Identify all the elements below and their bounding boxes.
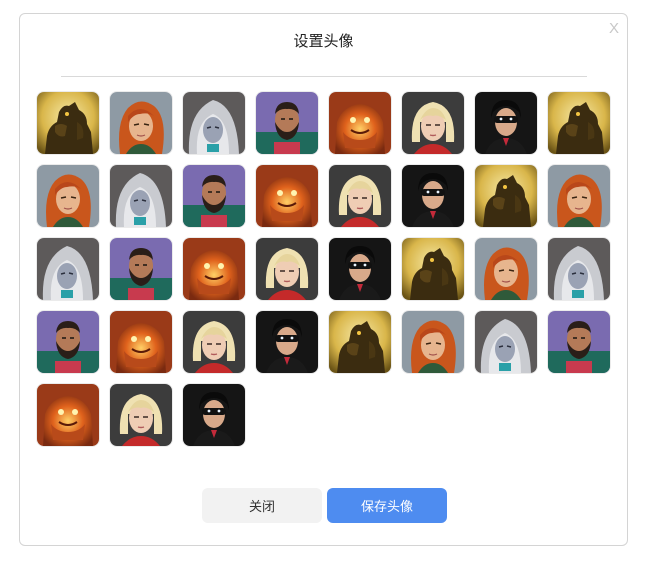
avatar-option-redhair[interactable] [548, 165, 610, 227]
avatar-option-ghost[interactable] [183, 92, 245, 154]
ghost-avatar-image [548, 238, 610, 300]
avatar-option-masked[interactable] [256, 311, 318, 373]
avatar-dialog: X 设置头像 关闭 保存头像 [19, 13, 628, 546]
masked-avatar-image [475, 92, 537, 154]
blonde-avatar-image [110, 384, 172, 446]
bearded-avatar-image [256, 92, 318, 154]
masked-avatar-image [329, 238, 391, 300]
lava-avatar-image [37, 384, 99, 446]
avatar-option-bearded[interactable] [183, 165, 245, 227]
golem-avatar-image [475, 165, 537, 227]
masked-avatar-image [256, 311, 318, 373]
avatar-option-masked[interactable] [183, 384, 245, 446]
masked-avatar-image [402, 165, 464, 227]
blonde-avatar-image [329, 165, 391, 227]
avatar-option-bearded[interactable] [548, 311, 610, 373]
avatar-option-blonde[interactable] [256, 238, 318, 300]
avatar-option-redhair[interactable] [402, 311, 464, 373]
redhair-avatar-image [548, 165, 610, 227]
avatar-option-blonde[interactable] [329, 165, 391, 227]
avatar-option-redhair[interactable] [110, 92, 172, 154]
avatar-option-blonde[interactable] [402, 92, 464, 154]
avatar-grid [37, 92, 613, 446]
avatar-option-golem[interactable] [548, 92, 610, 154]
ghost-avatar-image [475, 311, 537, 373]
avatar-option-masked[interactable] [329, 238, 391, 300]
avatar-option-lava[interactable] [256, 165, 318, 227]
bearded-avatar-image [37, 311, 99, 373]
avatar-option-bearded[interactable] [256, 92, 318, 154]
ghost-avatar-image [183, 92, 245, 154]
avatar-option-masked[interactable] [475, 92, 537, 154]
avatar-option-lava[interactable] [37, 384, 99, 446]
avatar-option-ghost[interactable] [475, 311, 537, 373]
avatar-option-ghost[interactable] [37, 238, 99, 300]
avatar-option-lava[interactable] [329, 92, 391, 154]
lava-avatar-image [110, 311, 172, 373]
blonde-avatar-image [183, 311, 245, 373]
avatar-option-masked[interactable] [402, 165, 464, 227]
golem-avatar-image [402, 238, 464, 300]
avatar-option-redhair[interactable] [475, 238, 537, 300]
avatar-option-golem[interactable] [475, 165, 537, 227]
golem-avatar-image [548, 92, 610, 154]
redhair-avatar-image [37, 165, 99, 227]
avatar-option-golem[interactable] [402, 238, 464, 300]
avatar-option-bearded[interactable] [110, 238, 172, 300]
close-button[interactable]: 关闭 [202, 488, 322, 523]
ghost-avatar-image [110, 165, 172, 227]
avatar-option-bearded[interactable] [37, 311, 99, 373]
lava-avatar-image [256, 165, 318, 227]
golem-avatar-image [329, 311, 391, 373]
bearded-avatar-image [548, 311, 610, 373]
avatar-option-golem[interactable] [329, 311, 391, 373]
avatar-option-lava[interactable] [110, 311, 172, 373]
avatar-option-ghost[interactable] [548, 238, 610, 300]
avatar-option-blonde[interactable] [183, 311, 245, 373]
avatar-option-ghost[interactable] [110, 165, 172, 227]
bearded-avatar-image [183, 165, 245, 227]
avatar-option-lava[interactable] [183, 238, 245, 300]
avatar-option-redhair[interactable] [37, 165, 99, 227]
lava-avatar-image [183, 238, 245, 300]
avatar-option-blonde[interactable] [110, 384, 172, 446]
blonde-avatar-image [256, 238, 318, 300]
lava-avatar-image [329, 92, 391, 154]
masked-avatar-image [183, 384, 245, 446]
dialog-title: 设置头像 [293, 32, 354, 50]
avatar-option-golem[interactable] [37, 92, 99, 154]
bearded-avatar-image [110, 238, 172, 300]
ghost-avatar-image [37, 238, 99, 300]
save-avatar-button[interactable]: 保存头像 [327, 488, 447, 523]
redhair-avatar-image [475, 238, 537, 300]
golem-avatar-image [37, 92, 99, 154]
redhair-avatar-image [402, 311, 464, 373]
redhair-avatar-image [110, 92, 172, 154]
blonde-avatar-image [402, 92, 464, 154]
title-divider [61, 76, 587, 77]
